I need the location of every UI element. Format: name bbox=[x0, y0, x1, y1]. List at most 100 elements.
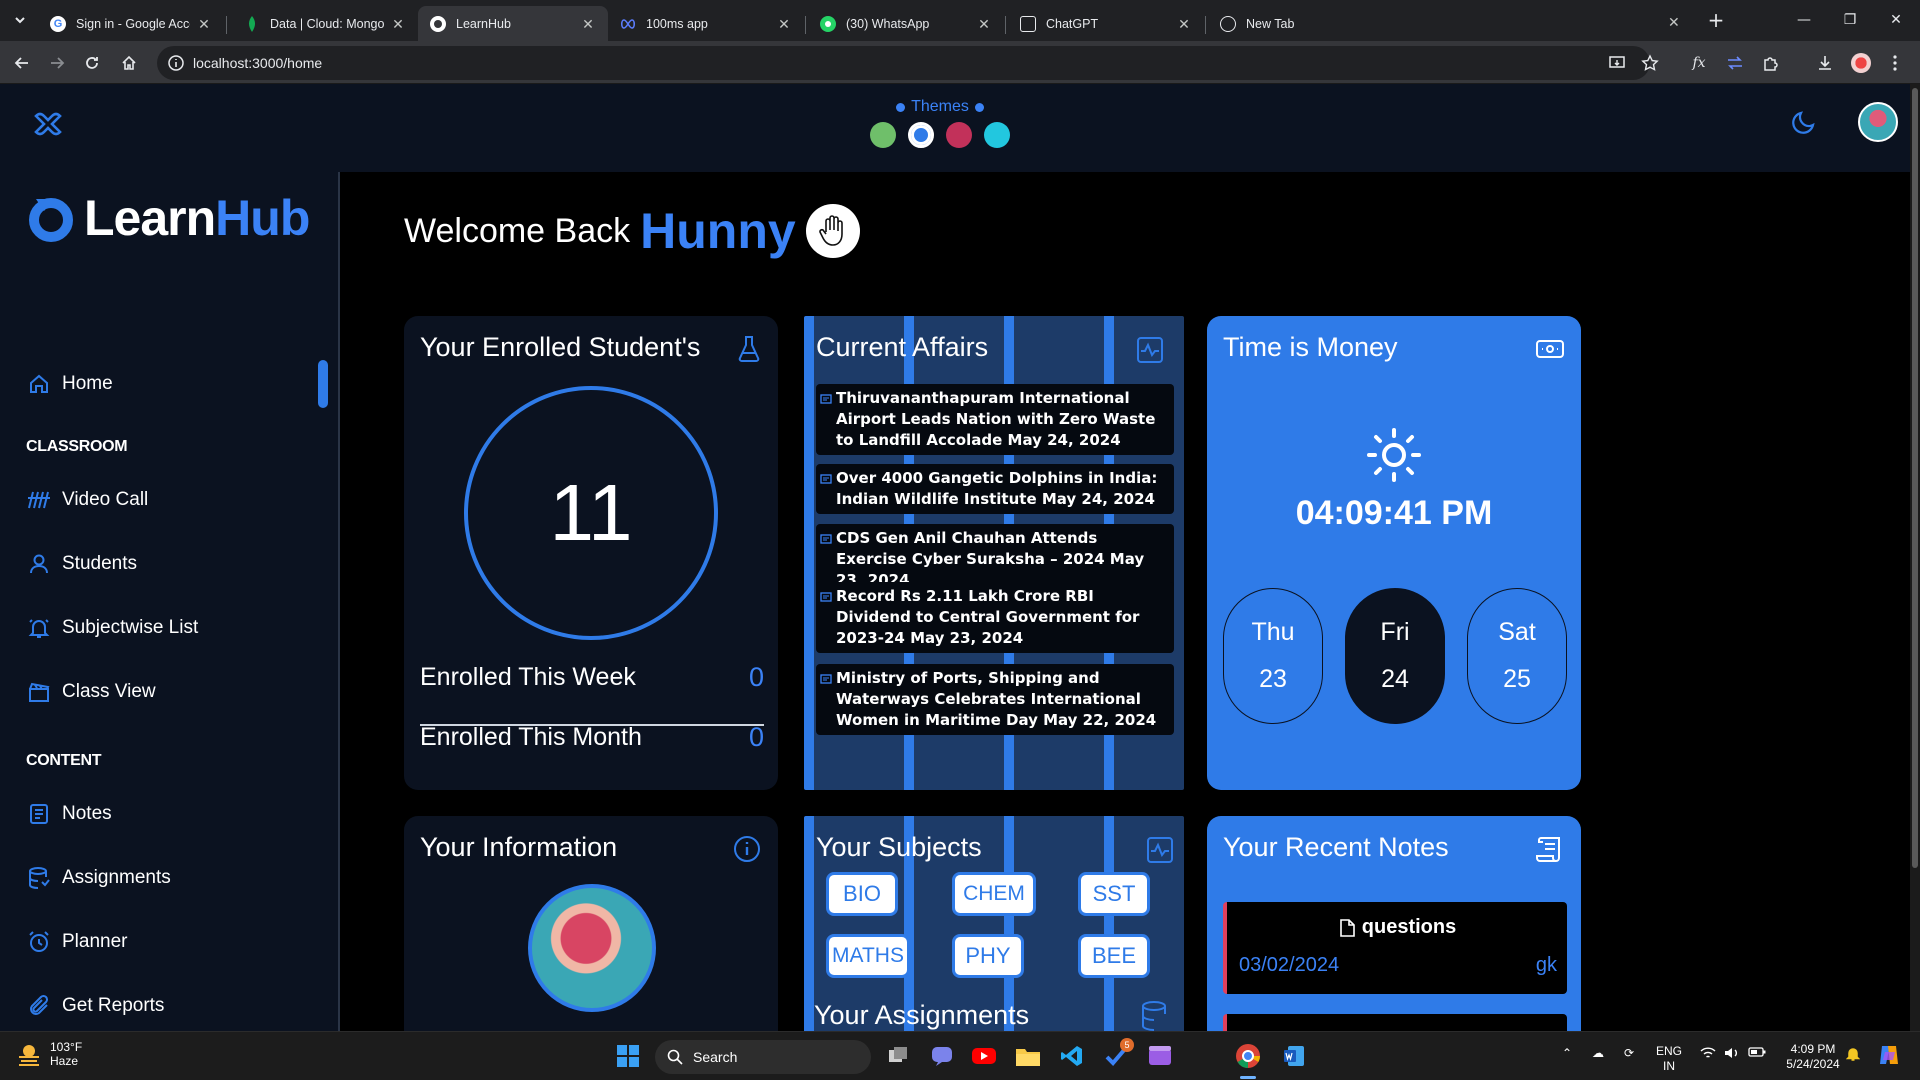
fx-extension-icon[interactable]: fx bbox=[1688, 52, 1710, 74]
scrollbar-thumb[interactable] bbox=[1912, 88, 1918, 868]
close-icon[interactable]: ✕ bbox=[776, 16, 792, 32]
browser-tab-bar: G Sign in - Google Accounts ✕ Data | Clo… bbox=[0, 0, 1920, 41]
theme-swatch[interactable] bbox=[946, 122, 972, 148]
sidebar-item-students[interactable]: Students bbox=[26, 544, 326, 584]
card-title: Time is Money bbox=[1223, 332, 1398, 362]
profile-avatar-icon[interactable] bbox=[1850, 52, 1872, 74]
close-icon[interactable]: ✕ bbox=[976, 16, 992, 32]
tab-chatgpt[interactable]: ChatGPT ✕ bbox=[1008, 6, 1204, 41]
word-icon[interactable] bbox=[1280, 1042, 1308, 1070]
brand-logo[interactable]: Learn Hub bbox=[26, 188, 310, 248]
subject-chip[interactable]: BIO bbox=[826, 872, 898, 916]
taskbar-search[interactable]: Search bbox=[655, 1040, 871, 1074]
note-item[interactable] bbox=[1223, 1014, 1567, 1031]
sidebar-item-subjectwise-list[interactable]: Subjectwise List bbox=[26, 608, 326, 648]
paperclip-icon bbox=[26, 993, 52, 1019]
weather-widget[interactable]: 103°F Haze bbox=[16, 1040, 82, 1068]
card-title: Your Subjects bbox=[816, 832, 982, 862]
digital-clock: 04:09:41 PM bbox=[1295, 494, 1493, 532]
sync-icon[interactable]: ⟳ bbox=[1624, 1046, 1634, 1061]
app-logo-icon[interactable] bbox=[30, 106, 66, 142]
youtube-icon[interactable] bbox=[970, 1042, 998, 1070]
news-item[interactable]: Over 4000 Gangetic Dolphins in India: In… bbox=[816, 464, 1174, 514]
news-item[interactable]: Ministry of Ports, Shipping and Waterway… bbox=[816, 664, 1174, 735]
tab-learnhub[interactable]: LearnHub ✕ bbox=[418, 6, 608, 41]
forward-button[interactable] bbox=[45, 51, 69, 75]
file-explorer-icon[interactable] bbox=[1014, 1042, 1042, 1070]
task-view-icon[interactable] bbox=[884, 1042, 912, 1070]
chrome-icon[interactable] bbox=[1234, 1042, 1262, 1070]
note-item[interactable]: questions 03/02/2024 gk bbox=[1223, 902, 1567, 994]
star-icon[interactable] bbox=[1641, 54, 1659, 72]
waving-hand-icon bbox=[805, 204, 860, 258]
close-icon[interactable]: ✕ bbox=[196, 16, 212, 32]
vscode-icon[interactable] bbox=[1058, 1042, 1086, 1070]
close-icon[interactable]: ✕ bbox=[1668, 15, 1680, 31]
system-clock[interactable]: 4:09 PM 5/24/2024 bbox=[1778, 1042, 1848, 1072]
minimize-button[interactable]: — bbox=[1788, 8, 1820, 32]
restore-button[interactable]: ❐ bbox=[1834, 8, 1866, 32]
news-item[interactable]: Thiruvananthapuram International Airport… bbox=[816, 384, 1174, 455]
home-button[interactable] bbox=[117, 51, 141, 75]
language-indicator[interactable]: ENG IN bbox=[1656, 1044, 1682, 1074]
day-date: 24 bbox=[1381, 665, 1409, 693]
day-date: 25 bbox=[1503, 665, 1531, 693]
puzzle-icon[interactable] bbox=[1760, 52, 1782, 74]
alarm-clock-icon bbox=[26, 929, 52, 955]
database-icon bbox=[1142, 1001, 1166, 1031]
url-bar[interactable]: localhost:3000/home bbox=[157, 46, 1659, 80]
user-avatar[interactable] bbox=[1858, 102, 1898, 142]
todo-app-icon[interactable]: 5 bbox=[1102, 1038, 1134, 1070]
subject-chip[interactable]: MATHS bbox=[826, 934, 910, 978]
subject-chip[interactable]: PHY bbox=[952, 934, 1024, 978]
subject-chip[interactable]: CHEM bbox=[952, 872, 1036, 916]
sidebar-item-planner[interactable]: Planner bbox=[26, 922, 326, 962]
reload-button[interactable] bbox=[80, 51, 104, 75]
install-app-icon[interactable] bbox=[1608, 54, 1626, 72]
notification-bell-icon[interactable] bbox=[1846, 1046, 1860, 1062]
site-info-icon[interactable] bbox=[167, 54, 185, 72]
battery-icon[interactable] bbox=[1748, 1046, 1766, 1058]
tab-search-button[interactable] bbox=[8, 8, 32, 32]
tab-google-accounts[interactable]: G Sign in - Google Accounts ✕ bbox=[38, 6, 224, 41]
tab-mongodb[interactable]: Data | Cloud: MongoDB Cloud ✕ bbox=[232, 6, 418, 41]
sidebar-item-video-call[interactable]: Video Call bbox=[26, 480, 326, 520]
chevron-up-icon[interactable]: ⌃ bbox=[1562, 1046, 1572, 1061]
tab-whatsapp[interactable]: (30) WhatsApp ✕ bbox=[808, 6, 1004, 41]
close-icon[interactable]: ✕ bbox=[390, 16, 406, 32]
copilot-icon[interactable] bbox=[1876, 1042, 1902, 1068]
theme-swatch[interactable] bbox=[984, 122, 1010, 148]
tab-label: LearnHub bbox=[456, 16, 511, 31]
tab-new-tab[interactable]: New Tab bbox=[1208, 6, 1694, 41]
theme-swatch[interactable] bbox=[870, 122, 896, 148]
new-tab-button[interactable]: + bbox=[1704, 9, 1728, 33]
windows-start-icon[interactable] bbox=[614, 1042, 642, 1070]
page-scrollbar[interactable] bbox=[1910, 84, 1920, 1031]
extension-swap-icon[interactable] bbox=[1724, 52, 1746, 74]
subject-chip[interactable]: SST bbox=[1078, 872, 1150, 916]
moon-icon[interactable] bbox=[1790, 108, 1818, 136]
news-item[interactable]: Record Rs 2.11 Lakh Crore RBI Dividend t… bbox=[816, 582, 1174, 653]
cloud-off-icon[interactable]: ☁ bbox=[1592, 1046, 1604, 1061]
teams-chat-icon[interactable] bbox=[928, 1042, 956, 1070]
theme-swatch[interactable] bbox=[908, 122, 934, 148]
info-icon[interactable] bbox=[732, 834, 762, 864]
window-close-button[interactable]: ✕ bbox=[1880, 8, 1912, 32]
wifi-icon[interactable] bbox=[1700, 1046, 1716, 1060]
sidebar-item-home[interactable]: Home bbox=[26, 364, 326, 404]
clipchamp-icon[interactable] bbox=[1146, 1042, 1174, 1070]
tab-100ms[interactable]: 100ms app ✕ bbox=[608, 6, 804, 41]
back-button[interactable] bbox=[10, 51, 34, 75]
close-icon[interactable]: ✕ bbox=[580, 16, 596, 32]
kebab-menu-icon[interactable] bbox=[1884, 52, 1906, 74]
download-icon[interactable] bbox=[1814, 52, 1836, 74]
news-text: Thiruvananthapuram International Airport… bbox=[836, 389, 1156, 449]
file-icon bbox=[1339, 918, 1355, 937]
sidebar-item-get-reports[interactable]: Get Reports bbox=[26, 986, 326, 1026]
sidebar-item-assignments[interactable]: Assignments bbox=[26, 858, 326, 898]
sidebar-item-notes[interactable]: Notes bbox=[26, 794, 326, 834]
subject-chip[interactable]: BEE bbox=[1078, 934, 1150, 978]
close-icon[interactable]: ✕ bbox=[1176, 16, 1192, 32]
sidebar-item-class-view[interactable]: Class View bbox=[26, 672, 326, 712]
volume-icon[interactable] bbox=[1724, 1046, 1740, 1060]
